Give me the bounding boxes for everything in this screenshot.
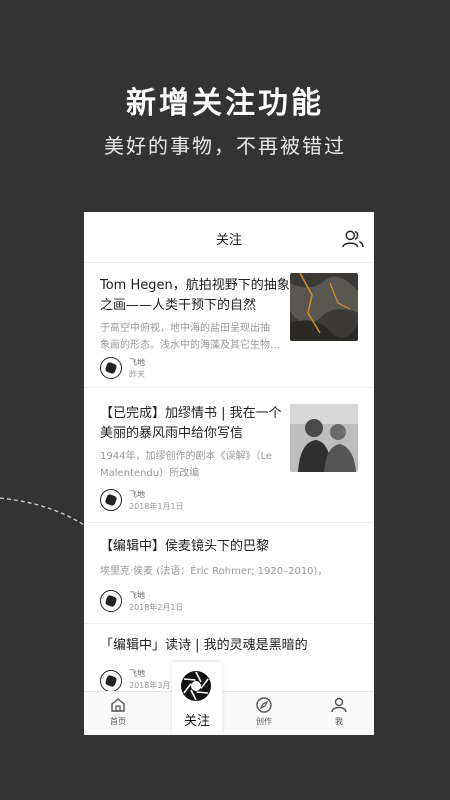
compass-icon <box>256 697 272 713</box>
page-title: 关注 <box>215 233 242 248</box>
top-bar: 关注 <box>84 212 374 263</box>
tab-create[interactable]: 创作 <box>239 696 289 727</box>
article-excerpt-line: 于高空中俯视，地中海的盐田呈现出抽 <box>100 323 270 334</box>
article-card[interactable]: Tom Hegen，航拍视野下的抽象 之画——人类干预下的自然 于高空中俯视，地… <box>84 263 374 388</box>
article-excerpt-line: Malentendu）所改编 <box>100 468 200 479</box>
publish-date: 2018年3月1 <box>129 681 176 690</box>
article-card[interactable]: 【编辑中】侯麦镜头下的巴黎 埃里克·侯麦 (法语：Éric Rohmer; 19… <box>84 523 374 624</box>
tab-label: 关注 <box>183 714 210 729</box>
author-avatar[interactable] <box>100 357 122 379</box>
article-card[interactable]: 【已完成】加缪情书 | 我在一个 美丽的暴风雨中给你写信 1944年，加缪创作的… <box>84 388 374 523</box>
author-avatar[interactable] <box>100 489 122 511</box>
tab-home[interactable]: 首页 <box>93 696 143 727</box>
tab-me[interactable]: 我 <box>314 696 364 727</box>
publish-date: 昨天 <box>129 370 145 379</box>
article-excerpt-line: 埃里克·侯麦 (法语：Éric Rohmer; 1920–2010)， <box>100 566 328 577</box>
tab-follow[interactable]: 关注 <box>172 662 222 735</box>
article-excerpt-line: 1944年，加缪创作的剧本《误解》（Le <box>100 451 272 462</box>
article-excerpt-line: 象画的形态。浅水中的海藻及其它生物… <box>100 340 280 351</box>
user-icon <box>331 697 347 713</box>
article-title-line: 【已完成】加缪情书 | 我在一个 <box>100 406 282 421</box>
article-title-line: 【编辑中】侯麦镜头下的巴黎 <box>100 539 270 554</box>
article-title-line: 美丽的暴风雨中给你写信 <box>100 426 244 441</box>
author-avatar[interactable] <box>100 670 122 692</box>
tab-label: 首页 <box>110 717 126 726</box>
author-name: 飞地 <box>129 591 145 600</box>
article-title-line: Tom Hegen，航拍视野下的抽象 <box>100 278 290 293</box>
author-name: 飞地 <box>129 669 145 678</box>
publish-date: 2018年2月1日 <box>129 603 184 612</box>
author-name: 飞地 <box>129 490 145 499</box>
article-thumbnail <box>290 273 358 341</box>
article-thumbnail <box>290 404 358 472</box>
author-avatar[interactable] <box>100 590 122 612</box>
people-icon[interactable] <box>342 229 364 249</box>
tab-label: 我 <box>335 717 343 726</box>
publish-date: 2018年1月1日 <box>129 502 184 511</box>
aperture-icon <box>181 671 211 701</box>
tab-bar: 首页 创作 我 <box>84 691 374 735</box>
author-name: 飞地 <box>129 358 145 367</box>
tab-label: 创作 <box>256 717 272 726</box>
article-title-line: 「编辑中」读诗 | 我的灵魂是黑暗的 <box>100 638 308 653</box>
phone-screen: 关注 Tom Hegen，航拍视野下的抽象 之画——人类干预下的自然 于高空中俯… <box>84 212 374 735</box>
home-icon <box>111 698 125 712</box>
article-title-line: 之画——人类干预下的自然 <box>100 298 257 313</box>
